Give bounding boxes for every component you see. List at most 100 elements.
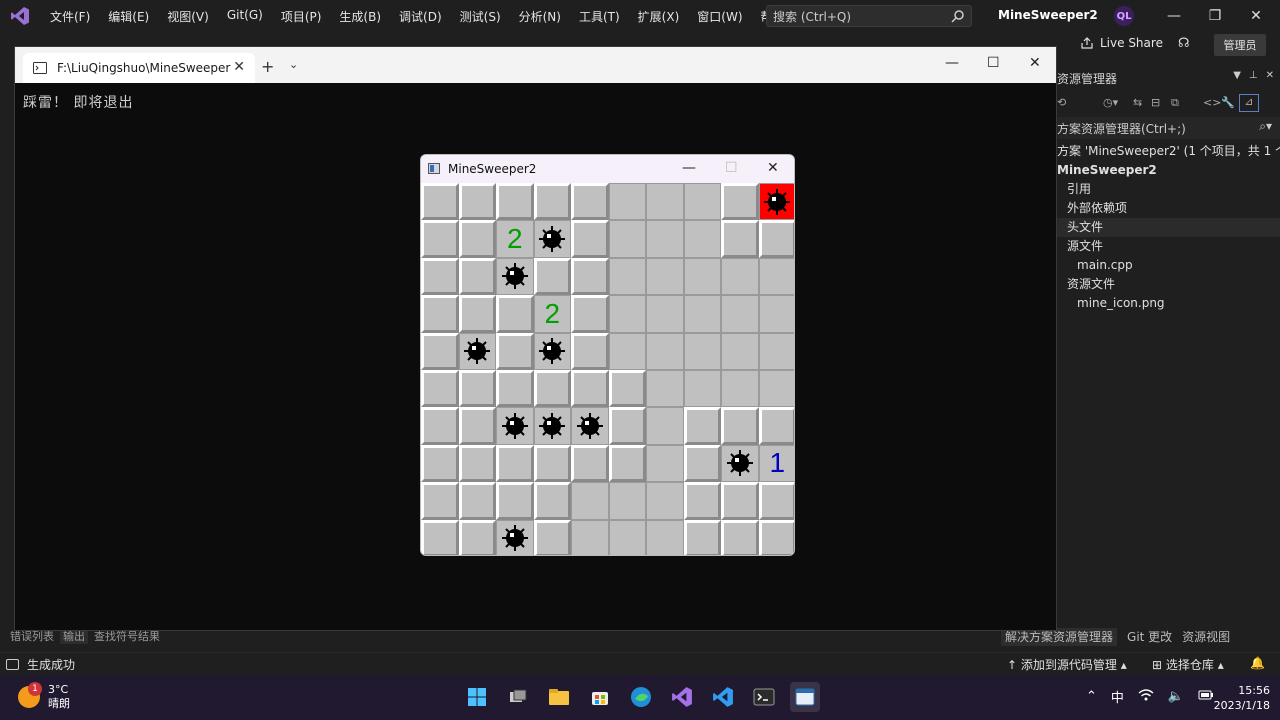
unrevealed-cell[interactable]: [421, 220, 459, 258]
solution-search-input[interactable]: 方案资源管理器(Ctrl+;) ⌕▾: [1057, 117, 1280, 139]
minimize-button[interactable]: —: [1162, 4, 1186, 28]
dropdown-icon[interactable]: ▼: [1233, 70, 1241, 81]
unrevealed-cell[interactable]: [721, 407, 759, 445]
menu-item[interactable]: 窗口(W): [688, 8, 751, 25]
unrevealed-cell[interactable]: [571, 295, 609, 333]
menu-item[interactable]: Git(G): [218, 8, 272, 25]
unrevealed-cell[interactable]: [571, 220, 609, 258]
empty-cell[interactable]: [646, 183, 684, 221]
menu-item[interactable]: 调试(D): [390, 8, 451, 25]
mine-cell[interactable]: [721, 444, 759, 483]
empty-cell[interactable]: [721, 295, 759, 333]
unrevealed-cell[interactable]: [758, 482, 794, 520]
unrevealed-cell[interactable]: [721, 183, 759, 221]
number-cell[interactable]: 1: [758, 444, 794, 483]
file-explorer-icon[interactable]: [544, 682, 574, 712]
mine-cell[interactable]: [533, 332, 571, 370]
empty-cell[interactable]: [646, 444, 684, 483]
live-share-button[interactable]: Live Share: [1080, 36, 1163, 50]
empty-cell[interactable]: [683, 370, 721, 408]
mine-cell[interactable]: [496, 519, 534, 555]
unrevealed-cell[interactable]: [421, 407, 459, 445]
visual-studio-logo-icon[interactable]: [9, 5, 31, 27]
terminal-icon[interactable]: [749, 682, 779, 712]
unrevealed-cell[interactable]: [571, 444, 609, 483]
history-icon[interactable]: ◷▾: [1103, 96, 1118, 109]
solution-tree-item[interactable]: 源文件: [1057, 237, 1280, 256]
solution-bottom-tab[interactable]: 资源视图: [1182, 628, 1230, 646]
unrevealed-cell[interactable]: [758, 407, 794, 445]
close-tab-icon[interactable]: ✕: [233, 59, 245, 75]
empty-cell[interactable]: [721, 332, 759, 370]
unrevealed-cell[interactable]: [683, 407, 721, 445]
unrevealed-cell[interactable]: [533, 370, 571, 408]
empty-cell[interactable]: [646, 482, 684, 520]
select-repo-button[interactable]: ⊞ 选择仓库 ▴: [1152, 656, 1224, 673]
unrevealed-cell[interactable]: [496, 295, 534, 333]
properties-icon[interactable]: 🔧: [1221, 96, 1235, 109]
menu-item[interactable]: 生成(B): [330, 8, 390, 25]
menu-item[interactable]: 工具(T): [570, 8, 629, 25]
unrevealed-cell[interactable]: [533, 519, 571, 555]
unrevealed-cell[interactable]: [421, 332, 459, 370]
unrevealed-cell[interactable]: [533, 444, 571, 483]
start-icon[interactable]: [462, 682, 492, 712]
empty-cell[interactable]: [758, 257, 794, 296]
empty-cell[interactable]: [646, 295, 684, 333]
store-icon[interactable]: [585, 682, 615, 712]
visual-studio-icon[interactable]: [667, 682, 697, 712]
menu-item[interactable]: 分析(N): [510, 8, 570, 25]
add-source-control-button[interactable]: ↑ 添加到源代码管理 ▴: [1007, 656, 1127, 673]
unrevealed-cell[interactable]: [496, 370, 534, 408]
user-avatar[interactable]: QL: [1114, 6, 1134, 26]
menu-item[interactable]: 扩展(X): [629, 8, 689, 25]
tray-overflow-icon[interactable]: ⌃: [1086, 689, 1097, 704]
volume-icon[interactable]: 🔈: [1168, 689, 1184, 704]
code-icon[interactable]: <>: [1203, 96, 1221, 109]
menu-item[interactable]: 项目(P): [272, 8, 331, 25]
empty-cell[interactable]: [721, 257, 759, 296]
empty-cell[interactable]: [608, 257, 646, 296]
number-cell[interactable]: 2: [533, 295, 571, 333]
ime-indicator[interactable]: 中: [1111, 687, 1124, 706]
ms-close-button[interactable]: ✕: [767, 160, 779, 176]
console-minimize-button[interactable]: —: [945, 55, 959, 71]
unrevealed-cell[interactable]: [458, 482, 496, 520]
solution-tree-item[interactable]: 方案 'MineSweeper2' (1 个项目，共 1 个): [1057, 142, 1280, 161]
wifi-icon[interactable]: [1138, 688, 1154, 706]
unrevealed-cell[interactable]: [421, 482, 459, 520]
unrevealed-cell[interactable]: [421, 295, 459, 333]
empty-cell[interactable]: [758, 332, 794, 370]
ms-minimize-button[interactable]: —: [682, 160, 696, 176]
clock[interactable]: 15:56 2023/1/18: [1212, 683, 1270, 713]
empty-cell[interactable]: [721, 370, 759, 408]
preview-icon[interactable]: ⊿: [1239, 94, 1259, 112]
collapse-all-icon[interactable]: ⊟: [1151, 96, 1160, 109]
empty-cell[interactable]: [683, 295, 721, 333]
solution-bottom-tab[interactable]: Git 更改: [1127, 628, 1172, 646]
number-cell[interactable]: 2: [496, 220, 534, 258]
empty-cell[interactable]: [646, 332, 684, 370]
console-tab[interactable]: F:\LiuQingshuo\MineSweeper ✕: [23, 53, 255, 83]
menu-item[interactable]: 编辑(E): [99, 8, 158, 25]
notifications-bell-icon[interactable]: 🔔: [1250, 656, 1265, 670]
unrevealed-cell[interactable]: [421, 519, 459, 555]
unrevealed-cell[interactable]: [496, 444, 534, 483]
unrevealed-cell[interactable]: [571, 257, 609, 296]
mine-cell[interactable]: [571, 407, 609, 445]
menu-item[interactable]: 文件(F): [41, 8, 99, 25]
unrevealed-cell[interactable]: [758, 519, 794, 555]
unrevealed-cell[interactable]: [571, 332, 609, 370]
new-tab-icon[interactable]: +: [261, 57, 274, 76]
exploded-mine-cell[interactable]: [758, 183, 794, 221]
feedback-icon[interactable]: ☊: [1178, 36, 1190, 51]
unrevealed-cell[interactable]: [533, 183, 571, 221]
solution-tree-item[interactable]: MineSweeper2: [1057, 161, 1280, 180]
mine-cell[interactable]: [496, 407, 534, 445]
empty-cell[interactable]: [683, 257, 721, 296]
menu-item[interactable]: 视图(V): [158, 8, 218, 25]
unrevealed-cell[interactable]: [458, 370, 496, 408]
empty-cell[interactable]: [683, 183, 721, 221]
empty-cell[interactable]: [608, 482, 646, 520]
unrevealed-cell[interactable]: [496, 482, 534, 520]
